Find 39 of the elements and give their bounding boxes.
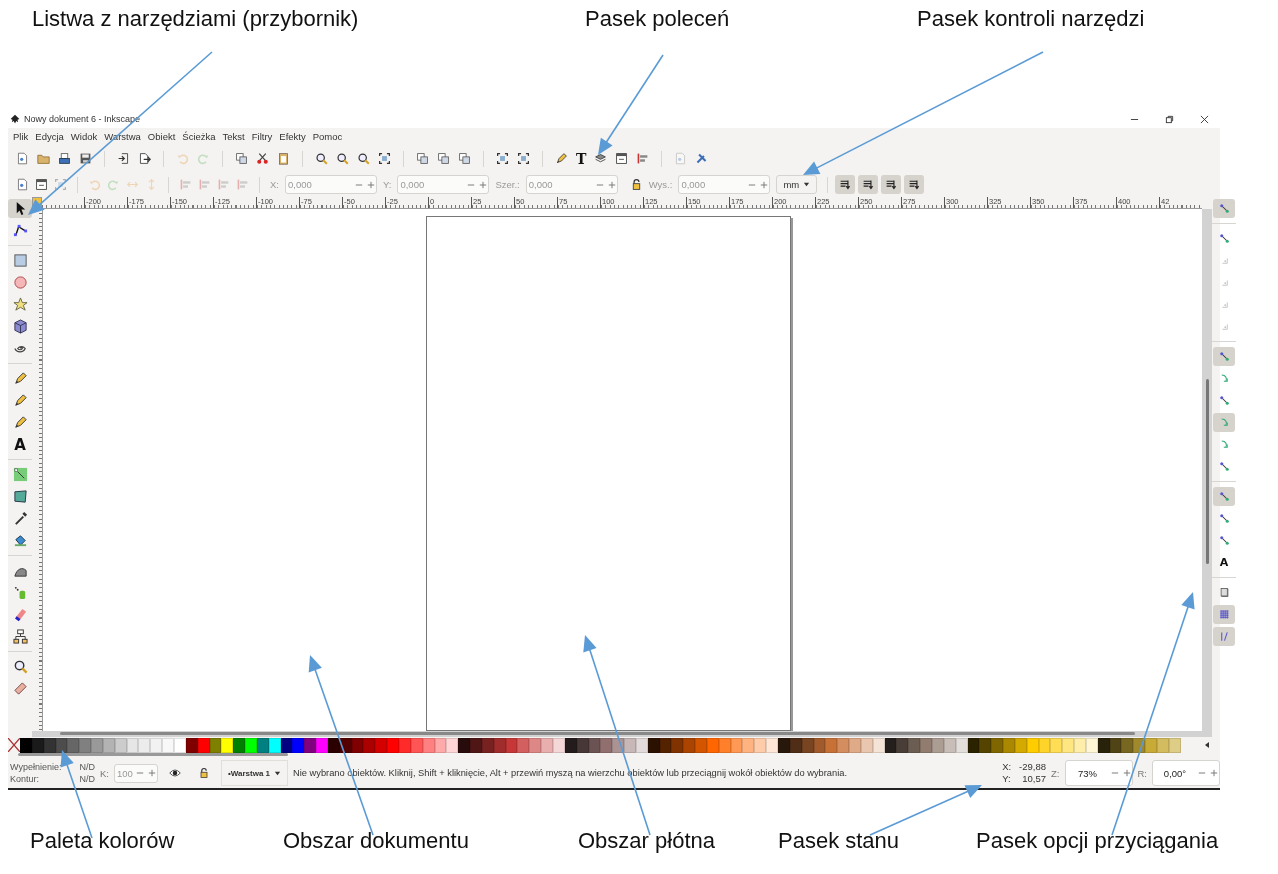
layer-dropdown[interactable]: •Warstwa 1 (220, 760, 288, 786)
rotation-field[interactable]: 0,00° (1152, 760, 1220, 786)
stroke-label: Kontur: (10, 773, 41, 785)
annotation-label: Obszar płótna (578, 828, 715, 854)
text-tool-button[interactable]: T (576, 151, 587, 166)
menu-item[interactable]: Filtry (251, 131, 273, 142)
fill-value: N/D (79, 761, 95, 773)
menu-item[interactable]: Tekst (222, 131, 245, 142)
field-label: Y: (383, 179, 392, 190)
snap-text-button[interactable]: A (1213, 553, 1235, 572)
annotation-label: Pasek opcji przyciągania (976, 828, 1219, 854)
menu-item[interactable]: Plik (13, 131, 29, 142)
rotation-label: R: (1137, 767, 1147, 779)
zoom-field[interactable]: 73% (1064, 760, 1133, 786)
opacity-label: K: (99, 767, 109, 779)
annotation-label: Pasek kontroli narzędzi (917, 6, 1145, 32)
menu-item[interactable]: Widok (70, 131, 98, 142)
unit-dropdown[interactable]: mm (776, 175, 818, 194)
fill-label: Wypełnienie: (10, 761, 62, 773)
text-tool-button[interactable]: A (8, 435, 32, 454)
stroke-value: N/D (79, 773, 95, 785)
field-label: Szer.: (495, 179, 520, 190)
zoom-label: Z: (1051, 767, 1060, 779)
menu-item[interactable]: Ścieżka (182, 131, 216, 142)
field-label: X: (270, 179, 279, 190)
menu-item[interactable]: Obiekt (147, 131, 176, 142)
annotation-label: Obszar dokumentu (283, 828, 469, 854)
menu-item[interactable]: Pomoc (312, 131, 343, 142)
annotation-label: Listwa z narzędziami (przybornik) (32, 6, 359, 32)
annotation-label: Pasek stanu (778, 828, 900, 854)
y-label: Y: (1002, 773, 1012, 785)
menu-item[interactable]: Efekty (279, 131, 306, 142)
annotation-label: Pasek poleceń (585, 6, 730, 32)
x-coordinate: -29,88 (1019, 761, 1047, 773)
field-label: Wys.: (648, 179, 673, 190)
annotation-label: Paleta kolorów (30, 828, 175, 854)
menu-item[interactable]: Edycja (35, 131, 64, 142)
x-label: X: (1002, 761, 1012, 773)
y-coordinate: 10,57 (1021, 773, 1047, 785)
